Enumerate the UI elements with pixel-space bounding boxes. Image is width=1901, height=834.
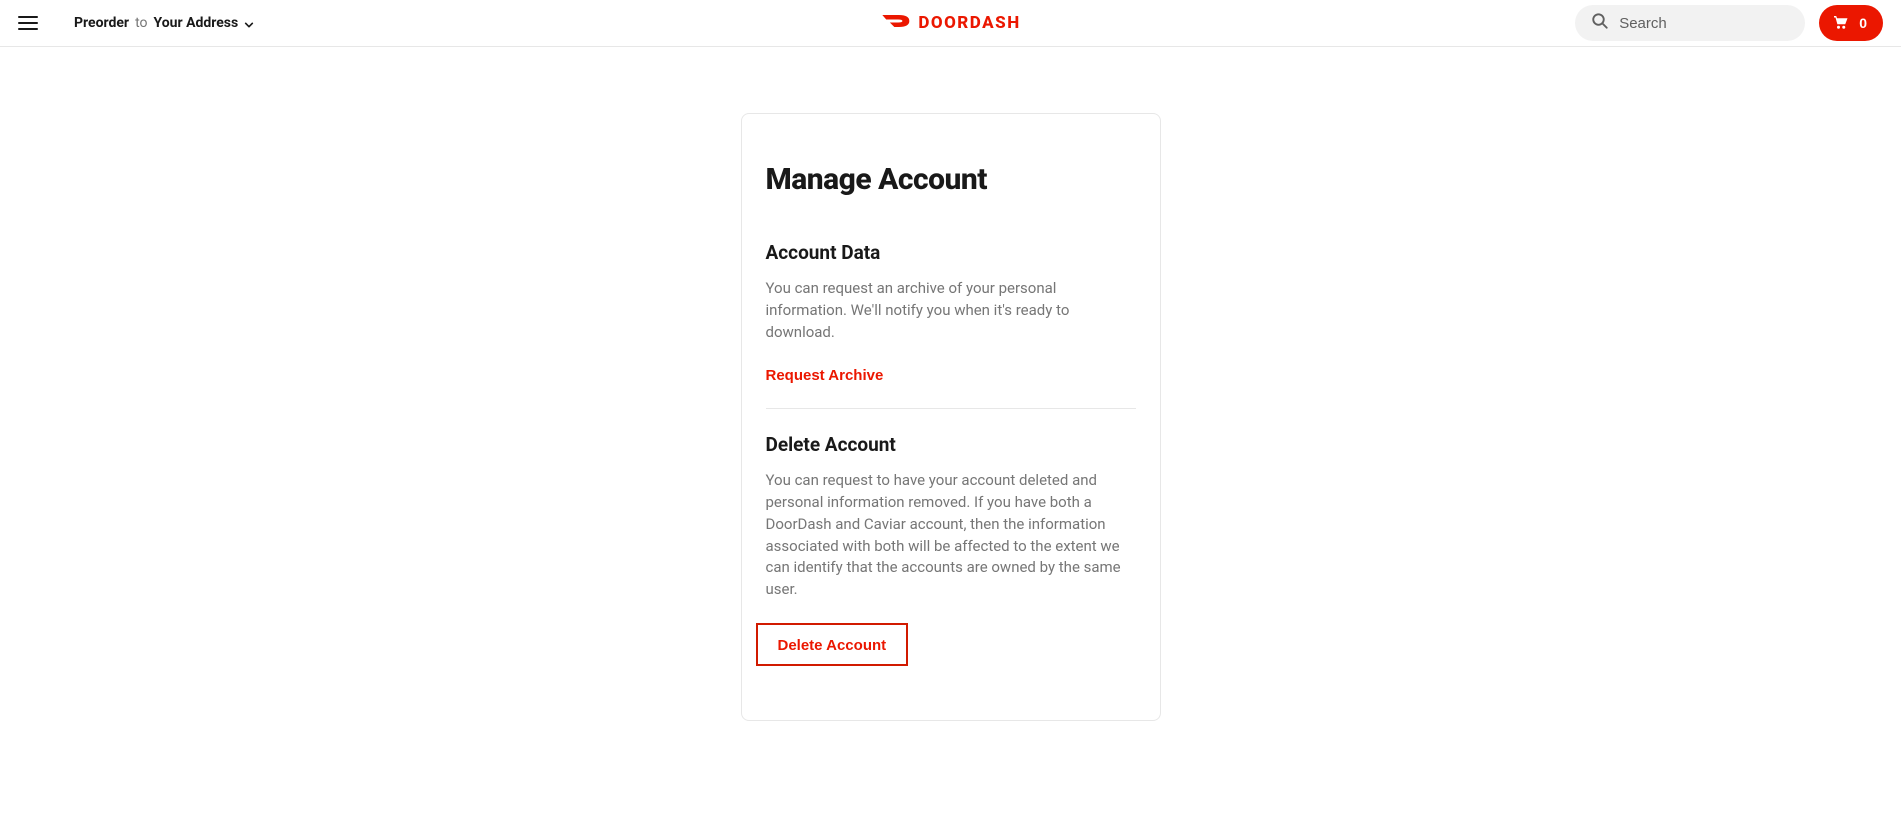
header-left: Preorder to Your Address <box>18 13 254 33</box>
cart-icon <box>1831 13 1849 34</box>
brand-name: DOORDASH <box>918 13 1020 33</box>
app-header: Preorder to Your Address DOORDASH 0 <box>0 0 1901 47</box>
section-heading: Account Data <box>766 241 1136 264</box>
manage-account-card: Manage Account Account Data You can requ… <box>741 113 1161 721</box>
delete-account-button[interactable]: Delete Account <box>778 637 887 654</box>
cart-count: 0 <box>1859 15 1867 31</box>
menu-button[interactable] <box>18 13 38 33</box>
header-right: 0 <box>1575 5 1883 41</box>
location-selector[interactable]: Preorder to Your Address <box>74 15 254 31</box>
search-input[interactable] <box>1619 15 1789 32</box>
account-data-section: Account Data You can request an archive … <box>766 241 1136 408</box>
cart-button[interactable]: 0 <box>1819 5 1883 41</box>
doordash-icon <box>880 12 910 34</box>
highlight-annotation: Delete Account <box>756 623 909 666</box>
to-label: to <box>135 15 147 31</box>
search-icon <box>1591 12 1609 34</box>
chevron-down-icon <box>244 18 254 28</box>
main-content: Manage Account Account Data You can requ… <box>0 47 1901 721</box>
section-heading: Delete Account <box>766 433 1136 456</box>
address-label: Your Address <box>154 15 239 31</box>
page-title: Manage Account <box>766 162 1136 197</box>
section-body: You can request to have your account del… <box>766 470 1136 601</box>
request-archive-button[interactable]: Request Archive <box>766 367 884 384</box>
preorder-label: Preorder <box>74 15 129 31</box>
delete-account-section: Delete Account You can request to have y… <box>766 408 1136 690</box>
brand-logo[interactable]: DOORDASH <box>880 12 1020 34</box>
search-box[interactable] <box>1575 5 1805 41</box>
section-body: You can request an archive of your perso… <box>766 278 1136 343</box>
